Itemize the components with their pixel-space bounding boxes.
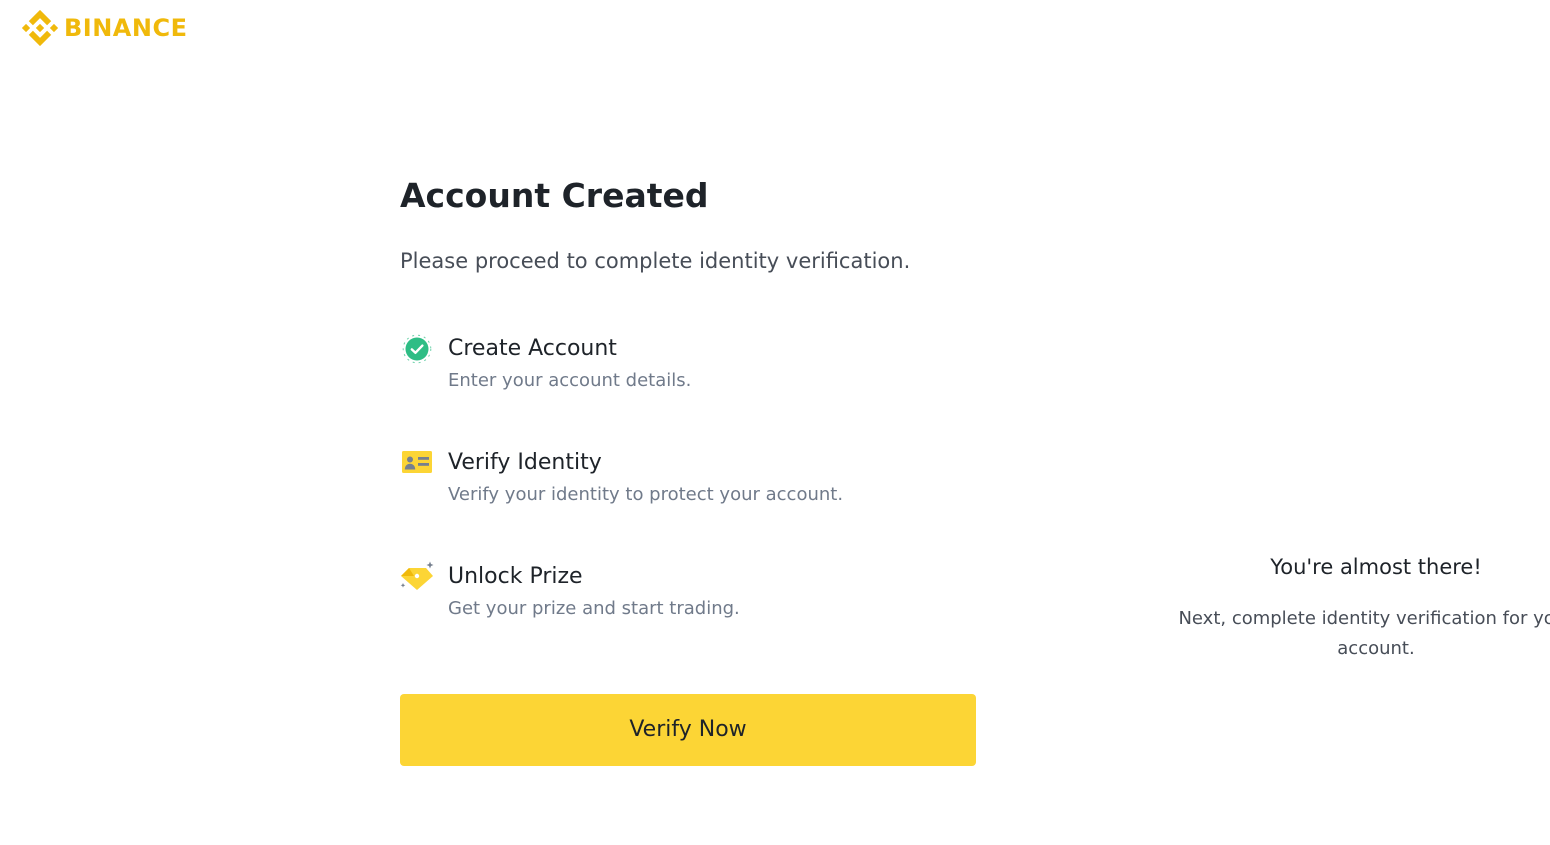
page-subtitle: Please proceed to complete identity veri…	[400, 249, 911, 273]
main-content: Account Created Please proceed to comple…	[400, 172, 976, 677]
step-create-account: Create Account Enter your account detail…	[400, 332, 976, 449]
step-verify-identity: Verify Identity Verify your identity to …	[400, 449, 976, 563]
check-circle-icon	[400, 332, 434, 366]
id-card-icon	[400, 446, 434, 480]
step-unlock-prize: Unlock Prize Get your prize and start tr…	[400, 560, 976, 677]
step-text: Unlock Prize Get your prize and start tr…	[448, 563, 740, 621]
verify-now-button[interactable]: Verify Now	[400, 694, 976, 766]
binance-logo-icon	[22, 10, 58, 46]
side-panel-text: Next, complete identity verification for…	[1178, 608, 1550, 659]
step-description: Verify your identity to protect your acc…	[448, 484, 844, 505]
page: BINANCE Account Created Please proceed t…	[0, 0, 1550, 845]
side-panel-title: You're almost there!	[1270, 555, 1482, 579]
prize-tag-icon	[400, 560, 434, 594]
steps-list: Create Account Enter your account detail…	[400, 332, 976, 677]
logo-wordmark: BINANCE	[64, 14, 188, 42]
binance-logo-link[interactable]: BINANCE	[22, 10, 187, 46]
side-panel: You're almost there! Next, complete iden…	[1164, 550, 1550, 664]
step-text: Create Account Enter your account detail…	[448, 335, 691, 393]
step-title: Verify Identity	[448, 450, 602, 475]
step-description: Get your prize and start trading.	[448, 598, 740, 619]
step-description: Enter your account details.	[448, 370, 692, 391]
step-title: Create Account	[448, 336, 617, 361]
page-title: Account Created	[400, 176, 709, 215]
step-title: Unlock Prize	[448, 564, 583, 589]
step-text: Verify Identity Verify your identity to …	[448, 449, 843, 507]
